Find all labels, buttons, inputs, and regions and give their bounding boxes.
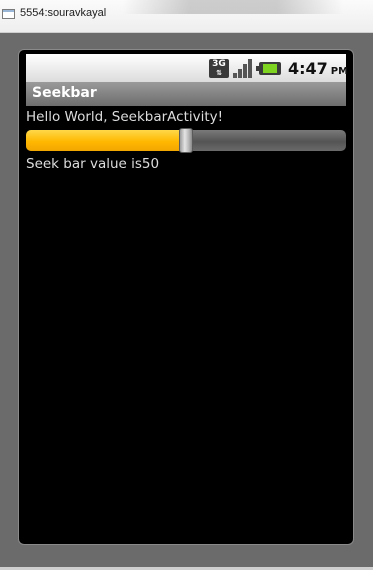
window-title-bar: 5554:souravkayal (0, 0, 373, 33)
3g-data-icon: 3G ⇅ (209, 59, 229, 78)
seekbar-value-text: Seek bar value is50 (26, 156, 160, 172)
signal-icon (233, 59, 254, 78)
android-status-bar: 3G ⇅ 4:47 PM (26, 54, 348, 82)
battery-charging-icon (256, 62, 281, 75)
clock-ampm: PM (330, 66, 349, 77)
seekbar-thumb[interactable] (179, 128, 193, 153)
window-title: 5554:souravkayal (20, 7, 107, 19)
window-app-icon (2, 9, 15, 19)
data-arrows: ⇅ (216, 69, 222, 77)
hello-text: Hello World, SeekbarActivity! (26, 109, 224, 125)
status-clock: 4:47 PM (288, 59, 348, 78)
network-type-label: 3G (212, 59, 226, 69)
app-title-bar: Seekbar (26, 82, 346, 106)
seekbar-progress-fill (26, 130, 186, 151)
window-title-blur (123, 0, 343, 14)
app-title: Seekbar (32, 85, 97, 101)
clock-time: 4:47 (288, 59, 328, 78)
